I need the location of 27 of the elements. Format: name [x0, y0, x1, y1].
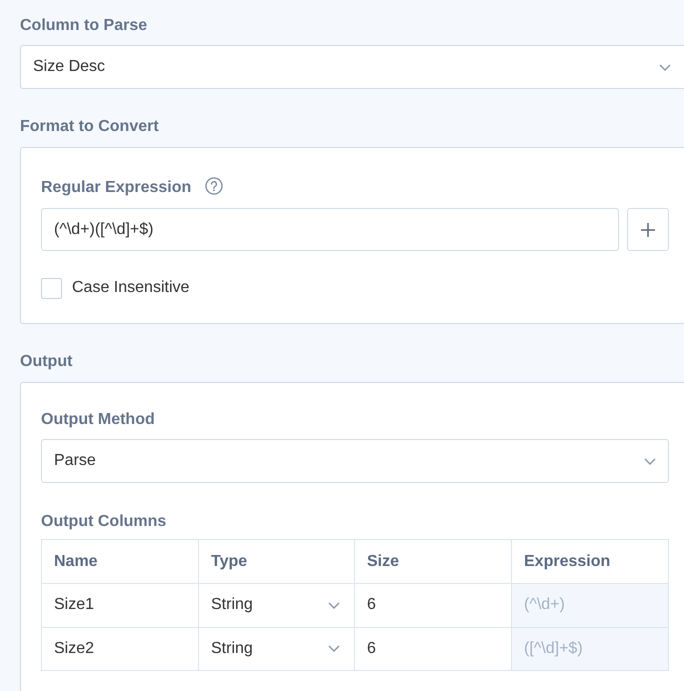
- chevron-down-icon: [659, 64, 671, 70]
- type-select[interactable]: String: [199, 628, 355, 671]
- regex-input[interactable]: (^\d+)([^\d]+$): [41, 208, 619, 251]
- table-cell: Size1: [42, 584, 199, 628]
- section-label: Output: [20, 352, 72, 372]
- column-header: Type: [199, 540, 355, 584]
- checkbox[interactable]: [41, 278, 62, 298]
- plus-icon: [640, 222, 656, 238]
- field-label: Regular Expression: [41, 178, 192, 198]
- help-icon[interactable]: [205, 177, 224, 195]
- table-cell: Size2: [42, 628, 199, 671]
- column-header: Name: [42, 540, 199, 584]
- section-label: Format to Convert: [20, 117, 159, 137]
- table-cell: ([^\d]+$): [512, 628, 669, 671]
- column-header: Size: [355, 540, 512, 584]
- checkbox-label: Case Insensitive: [72, 279, 190, 297]
- output-method-select[interactable]: Parse: [41, 439, 669, 483]
- column-select[interactable]: Size Desc: [20, 45, 684, 89]
- table-cell: (^\d+): [512, 584, 669, 628]
- add-button[interactable]: [627, 208, 669, 251]
- field-label: Output Method: [41, 410, 155, 430]
- type-select[interactable]: String: [199, 584, 355, 628]
- chevron-down-icon: [644, 458, 656, 464]
- field-label: Column to Parse: [20, 16, 148, 36]
- field-label: Output Columns: [41, 512, 166, 532]
- chevron-down-icon: [328, 602, 340, 609]
- chevron-down-icon: [328, 645, 340, 652]
